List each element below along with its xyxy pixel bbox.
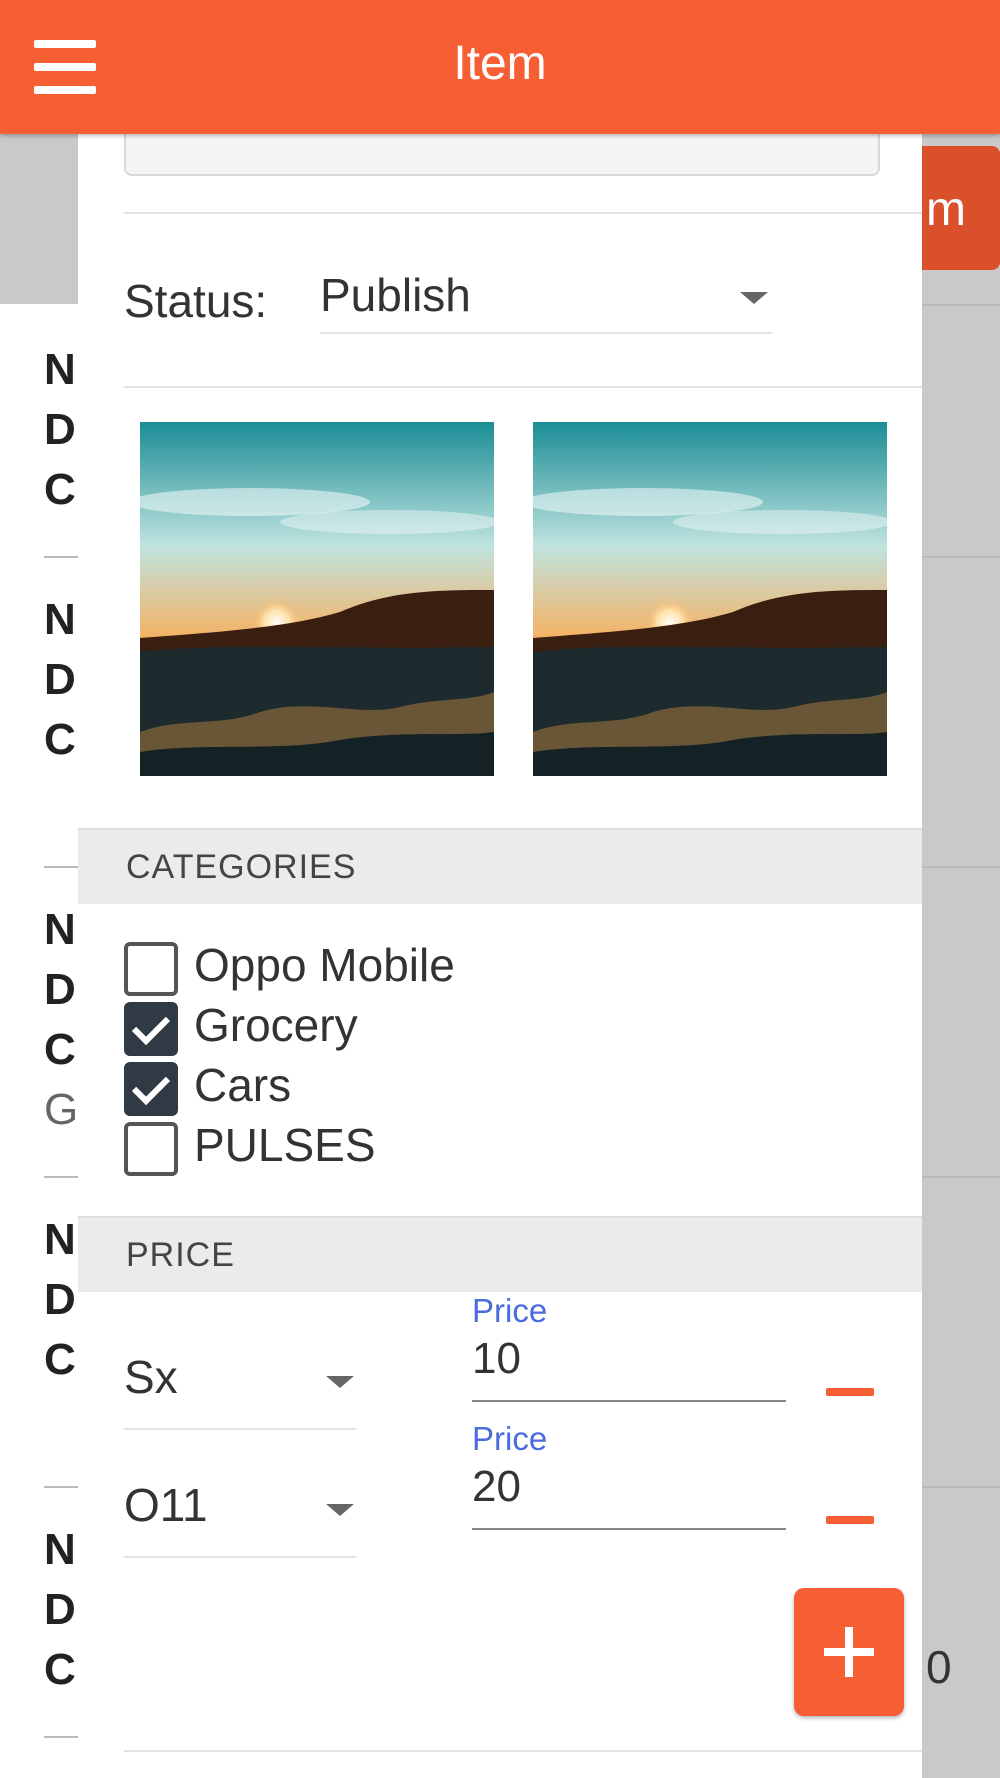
categories-heading: CATEGORIES <box>126 848 357 886</box>
background-row[interactable]: N D C <box>0 590 78 770</box>
divider <box>922 866 1000 868</box>
background-row[interactable]: N D C <box>0 1520 78 1700</box>
row-line: C <box>44 1335 76 1384</box>
category-label: Cars <box>194 1059 292 1111</box>
row-line: G <box>44 1085 79 1134</box>
price-input-value: 10 <box>472 1334 521 1383</box>
dropdown-caret-icon <box>326 1504 354 1516</box>
row-line: D <box>44 965 76 1014</box>
row-line: D <box>44 405 76 454</box>
variant-select-value: O11 <box>124 1479 208 1531</box>
add-price-button[interactable] <box>794 1588 904 1716</box>
row-line: D <box>44 1585 76 1634</box>
remove-price-icon[interactable] <box>826 1388 874 1396</box>
remove-price-icon[interactable] <box>826 1516 874 1524</box>
dropdown-caret-icon <box>740 292 768 304</box>
price-field-label: Price <box>472 1292 548 1329</box>
row-line: C <box>44 715 76 764</box>
divider <box>124 386 922 388</box>
background-row[interactable]: N D C <box>0 340 78 520</box>
row-line: N <box>44 1215 76 1264</box>
price-input[interactable]: 10 <box>472 1334 786 1402</box>
divider <box>922 556 1000 558</box>
item-edit-panel: Status: Publish CATEGORIES Oppo Mobile G… <box>78 124 922 1778</box>
status-label: Status: <box>124 275 268 327</box>
divider <box>44 1486 78 1488</box>
checkbox[interactable] <box>124 942 178 996</box>
divider <box>124 212 922 214</box>
background-list-right-edge <box>922 134 1000 1778</box>
row-line: C <box>44 1025 76 1074</box>
price-field-label: Price <box>472 1420 548 1457</box>
checkbox[interactable] <box>124 1002 178 1056</box>
variant-select-value: Sx <box>124 1351 178 1403</box>
price-input-value: 20 <box>472 1462 521 1511</box>
price-input[interactable]: 20 <box>472 1462 786 1530</box>
background-button-label: m <box>926 183 966 236</box>
background-row-value: 0 <box>926 1641 952 1693</box>
row-line: D <box>44 1275 76 1324</box>
category-label: PULSES <box>194 1119 376 1171</box>
divider <box>44 866 78 868</box>
status-select-value: Publish <box>320 269 471 321</box>
categories-header: CATEGORIES <box>78 828 922 904</box>
divider <box>44 1176 78 1178</box>
background-row[interactable]: N D C <box>0 1210 78 1390</box>
variant-select[interactable]: Sx <box>124 1350 356 1430</box>
row-line: N <box>44 1525 76 1574</box>
dropdown-caret-icon <box>326 1376 354 1388</box>
app-bar: Item <box>0 0 1000 134</box>
row-line: C <box>44 1645 76 1694</box>
divider <box>44 1736 78 1738</box>
divider <box>922 1176 1000 1178</box>
variant-select[interactable]: O11 <box>124 1478 356 1558</box>
checkbox[interactable] <box>124 1122 178 1176</box>
row-line: N <box>44 345 76 394</box>
checkbox[interactable] <box>124 1062 178 1116</box>
price-header: PRICE <box>78 1216 922 1292</box>
divider <box>922 1486 1000 1488</box>
page-title: Item <box>453 37 547 90</box>
row-line: N <box>44 595 76 644</box>
row-line: D <box>44 655 76 704</box>
row-line: N <box>44 905 76 954</box>
sunset-thumbnail-1[interactable] <box>140 422 494 776</box>
category-label: Oppo Mobile <box>194 939 455 991</box>
price-heading: PRICE <box>126 1236 235 1274</box>
divider <box>44 556 78 558</box>
sunset-thumbnail-2[interactable] <box>533 422 887 776</box>
background-header-left <box>0 134 78 304</box>
divider <box>922 304 1000 306</box>
divider <box>124 1750 922 1752</box>
category-label: Grocery <box>194 999 358 1051</box>
row-line: C <box>44 465 76 514</box>
background-button[interactable]: m <box>922 146 1000 270</box>
background-row[interactable]: N D C G <box>0 900 78 1140</box>
status-select[interactable]: Publish <box>320 268 772 334</box>
